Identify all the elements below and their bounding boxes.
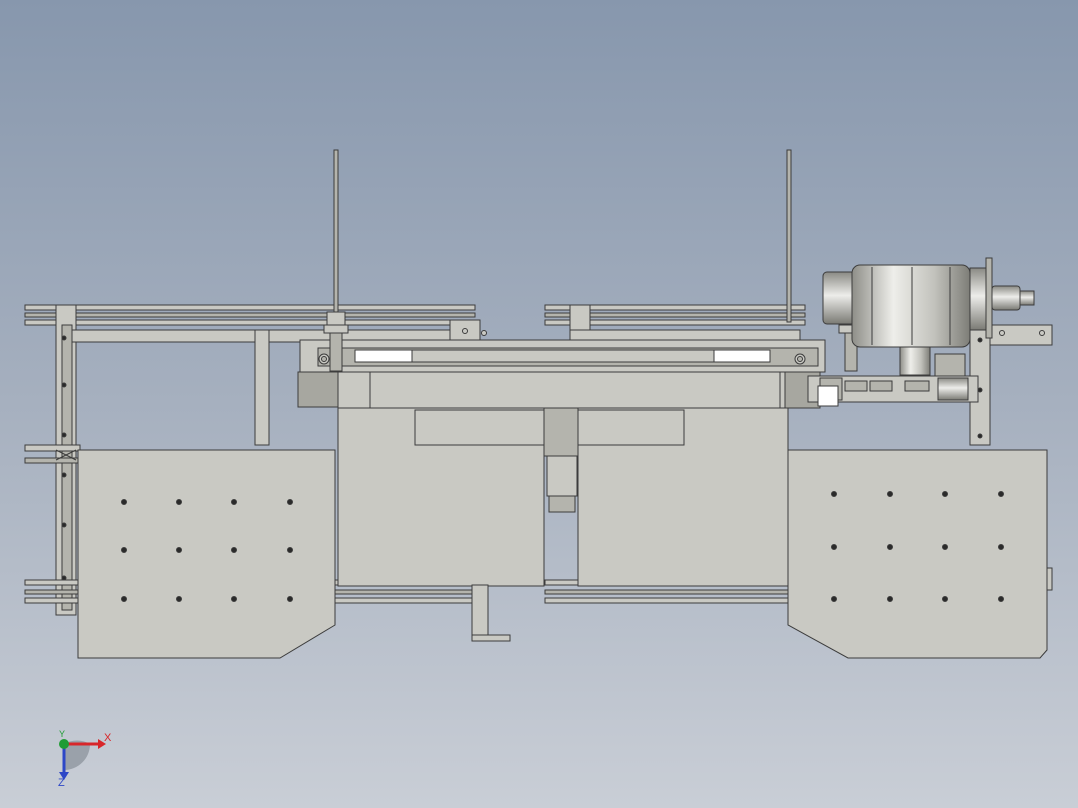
top-carriage-bar[interactable] xyxy=(299,339,826,373)
left-side-plate[interactable] xyxy=(77,449,336,659)
cad-viewport[interactable]: X Y Z xyxy=(0,0,1078,808)
vertical-rods[interactable] xyxy=(333,149,792,323)
orientation-triad: X Y Z xyxy=(40,728,130,792)
triad-axes xyxy=(59,739,106,780)
y-axis-label: Y xyxy=(59,729,66,739)
z-axis-label: Z xyxy=(58,777,65,789)
right-side-plate[interactable] xyxy=(787,449,1053,659)
machine-assembly-model[interactable] xyxy=(0,0,1078,808)
x-axis-label: X xyxy=(104,732,112,744)
y-axis-dot xyxy=(59,739,69,749)
